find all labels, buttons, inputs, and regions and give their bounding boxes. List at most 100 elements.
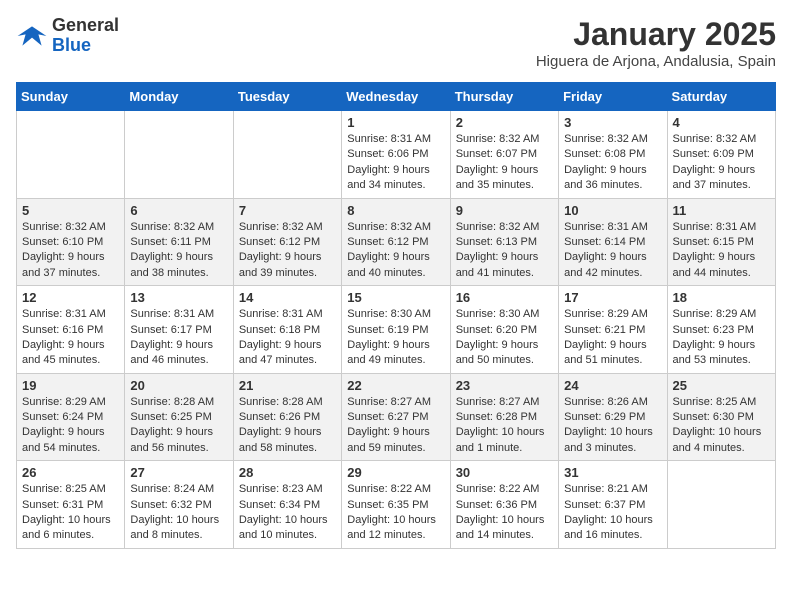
weekday-header-saturday: Saturday: [667, 83, 775, 111]
calendar-cell: 29 Sunrise: 8:22 AM Sunset: 6:35 PM Dayli…: [342, 461, 450, 549]
day-info: Sunrise: 8:31 AM Sunset: 6:17 PM Dayligh…: [130, 307, 227, 369]
calendar-cell: 6 Sunrise: 8:32 AM Sunset: 6:11 PM Daylig…: [125, 198, 233, 286]
calendar-cell: 2Sunrise: 8:32 AM Sunset: 6:07 PM Daylig…: [450, 111, 558, 199]
calendar-week-row: 5Sunrise: 8:32 AM Sunset: 6:10 PM Daylig…: [17, 198, 776, 286]
calendar-cell: 28 Sunrise: 8:23 AM Sunset: 6:34 PM Dayli…: [233, 461, 341, 549]
calendar-cell: 16Sunrise: 8:30 AM Sunset: 6:20 PM Dayli…: [450, 286, 558, 374]
day-info: Sunrise: 8:28 AM Sunset: 6:26 PM Dayligh…: [239, 395, 336, 457]
page-header: General Blue January 2025 Higuera de Arj…: [16, 16, 776, 70]
day-info: Sunrise: 8:29 AM Sunset: 6:21 PM Dayligh…: [564, 307, 661, 369]
day-number: 19: [22, 378, 119, 393]
day-number: 4: [673, 115, 770, 130]
calendar-week-row: 12 Sunrise: 8:31 AM Sunset: 6:16 PM Dayli…: [17, 286, 776, 374]
calendar-cell: 30 Sunrise: 8:22 AM Sunset: 6:36 PM Dayli…: [450, 461, 558, 549]
day-number: 15: [347, 290, 444, 305]
day-number: 31: [564, 465, 661, 480]
day-info: Sunrise: 8:22 AM Sunset: 6:36 PM Dayligh…: [456, 482, 553, 544]
day-info: Sunrise: 8:32 AM Sunset: 6:08 PM Dayligh…: [564, 132, 661, 194]
day-number: 21: [239, 378, 336, 393]
day-info: Sunrise: 8:32 AM Sunset: 6:12 PM Dayligh…: [347, 220, 444, 282]
calendar-cell: 19 Sunrise: 8:29 AM Sunset: 6:24 PM Dayli…: [17, 373, 125, 461]
location: Higuera de Arjona, Andalusia, Spain: [536, 53, 776, 70]
day-info: Sunrise: 8:29 AM Sunset: 6:23 PM Dayligh…: [673, 307, 770, 369]
day-number: 18: [673, 290, 770, 305]
day-info: Sunrise: 8:22 AM Sunset: 6:35 PM Dayligh…: [347, 482, 444, 544]
day-number: 5: [22, 203, 119, 218]
day-number: 22: [347, 378, 444, 393]
day-number: 29: [347, 465, 444, 480]
day-number: 6: [130, 203, 227, 218]
calendar-cell: 12 Sunrise: 8:31 AM Sunset: 6:16 PM Dayli…: [17, 286, 125, 374]
logo: General Blue: [16, 16, 119, 56]
day-number: 27: [130, 465, 227, 480]
day-info: Sunrise: 8:24 AM Sunset: 6:32 PM Dayligh…: [130, 482, 227, 544]
day-number: 2: [456, 115, 553, 130]
day-info: Sunrise: 8:32 AM Sunset: 6:11 PM Dayligh…: [130, 220, 227, 282]
day-info: Sunrise: 8:21 AM Sunset: 6:37 PM Dayligh…: [564, 482, 661, 544]
calendar-cell: 17Sunrise: 8:29 AM Sunset: 6:21 PM Dayli…: [559, 286, 667, 374]
calendar-week-row: 19 Sunrise: 8:29 AM Sunset: 6:24 PM Dayli…: [17, 373, 776, 461]
calendar-cell: 3 Sunrise: 8:32 AM Sunset: 6:08 PM Daylig…: [559, 111, 667, 199]
weekday-header-monday: Monday: [125, 83, 233, 111]
day-info: Sunrise: 8:31 AM Sunset: 6:15 PM Dayligh…: [673, 220, 770, 282]
calendar-cell: 13Sunrise: 8:31 AM Sunset: 6:17 PM Dayli…: [125, 286, 233, 374]
calendar-cell: 23 Sunrise: 8:27 AM Sunset: 6:28 PM Dayli…: [450, 373, 558, 461]
day-number: 10: [564, 203, 661, 218]
day-info: Sunrise: 8:32 AM Sunset: 6:09 PM Dayligh…: [673, 132, 770, 194]
day-number: 3: [564, 115, 661, 130]
calendar-cell: [17, 111, 125, 199]
calendar-cell: 1 Sunrise: 8:31 AM Sunset: 6:06 PM Daylig…: [342, 111, 450, 199]
day-number: 8: [347, 203, 444, 218]
day-number: 28: [239, 465, 336, 480]
day-info: Sunrise: 8:26 AM Sunset: 6:29 PM Dayligh…: [564, 395, 661, 457]
day-number: 30: [456, 465, 553, 480]
day-number: 14: [239, 290, 336, 305]
day-info: Sunrise: 8:32 AM Sunset: 6:12 PM Dayligh…: [239, 220, 336, 282]
weekday-header-sunday: Sunday: [17, 83, 125, 111]
calendar-week-row: 1 Sunrise: 8:31 AM Sunset: 6:06 PM Daylig…: [17, 111, 776, 199]
calendar-cell: 27 Sunrise: 8:24 AM Sunset: 6:32 PM Dayli…: [125, 461, 233, 549]
day-info: Sunrise: 8:25 AM Sunset: 6:31 PM Dayligh…: [22, 482, 119, 544]
calendar-cell: 10Sunrise: 8:31 AM Sunset: 6:14 PM Dayli…: [559, 198, 667, 286]
day-info: Sunrise: 8:31 AM Sunset: 6:18 PM Dayligh…: [239, 307, 336, 369]
day-info: Sunrise: 8:29 AM Sunset: 6:24 PM Dayligh…: [22, 395, 119, 457]
calendar-cell: 24 Sunrise: 8:26 AM Sunset: 6:29 PM Dayli…: [559, 373, 667, 461]
day-info: Sunrise: 8:32 AM Sunset: 6:13 PM Dayligh…: [456, 220, 553, 282]
calendar-cell: 14 Sunrise: 8:31 AM Sunset: 6:18 PM Dayli…: [233, 286, 341, 374]
calendar-cell: 31 Sunrise: 8:21 AM Sunset: 6:37 PM Dayli…: [559, 461, 667, 549]
day-number: 12: [22, 290, 119, 305]
day-number: 23: [456, 378, 553, 393]
calendar-cell: 20 Sunrise: 8:28 AM Sunset: 6:25 PM Dayli…: [125, 373, 233, 461]
calendar-cell: 9 Sunrise: 8:32 AM Sunset: 6:13 PM Daylig…: [450, 198, 558, 286]
day-info: Sunrise: 8:31 AM Sunset: 6:06 PM Dayligh…: [347, 132, 444, 194]
day-info: Sunrise: 8:27 AM Sunset: 6:27 PM Dayligh…: [347, 395, 444, 457]
calendar-table: SundayMondayTuesdayWednesdayThursdayFrid…: [16, 82, 776, 549]
day-info: Sunrise: 8:27 AM Sunset: 6:28 PM Dayligh…: [456, 395, 553, 457]
calendar-cell: 5Sunrise: 8:32 AM Sunset: 6:10 PM Daylig…: [17, 198, 125, 286]
weekday-header-friday: Friday: [559, 83, 667, 111]
day-info: Sunrise: 8:30 AM Sunset: 6:19 PM Dayligh…: [347, 307, 444, 369]
logo-bird-icon: [16, 20, 48, 52]
calendar-cell: 26 Sunrise: 8:25 AM Sunset: 6:31 PM Dayli…: [17, 461, 125, 549]
calendar-cell: [667, 461, 775, 549]
month-title: January 2025: [536, 16, 776, 53]
day-info: Sunrise: 8:31 AM Sunset: 6:16 PM Dayligh…: [22, 307, 119, 369]
title-block: January 2025 Higuera de Arjona, Andalusi…: [536, 16, 776, 70]
calendar-cell: 11 Sunrise: 8:31 AM Sunset: 6:15 PM Dayli…: [667, 198, 775, 286]
day-number: 7: [239, 203, 336, 218]
day-number: 9: [456, 203, 553, 218]
calendar-cell: 21 Sunrise: 8:28 AM Sunset: 6:26 PM Dayli…: [233, 373, 341, 461]
weekday-header-tuesday: Tuesday: [233, 83, 341, 111]
calendar-cell: 18 Sunrise: 8:29 AM Sunset: 6:23 PM Dayli…: [667, 286, 775, 374]
day-number: 24: [564, 378, 661, 393]
day-number: 25: [673, 378, 770, 393]
day-info: Sunrise: 8:25 AM Sunset: 6:30 PM Dayligh…: [673, 395, 770, 457]
day-number: 20: [130, 378, 227, 393]
day-info: Sunrise: 8:23 AM Sunset: 6:34 PM Dayligh…: [239, 482, 336, 544]
day-number: 16: [456, 290, 553, 305]
day-number: 1: [347, 115, 444, 130]
day-info: Sunrise: 8:28 AM Sunset: 6:25 PM Dayligh…: [130, 395, 227, 457]
calendar-cell: 22 Sunrise: 8:27 AM Sunset: 6:27 PM Dayli…: [342, 373, 450, 461]
day-number: 26: [22, 465, 119, 480]
day-number: 11: [673, 203, 770, 218]
